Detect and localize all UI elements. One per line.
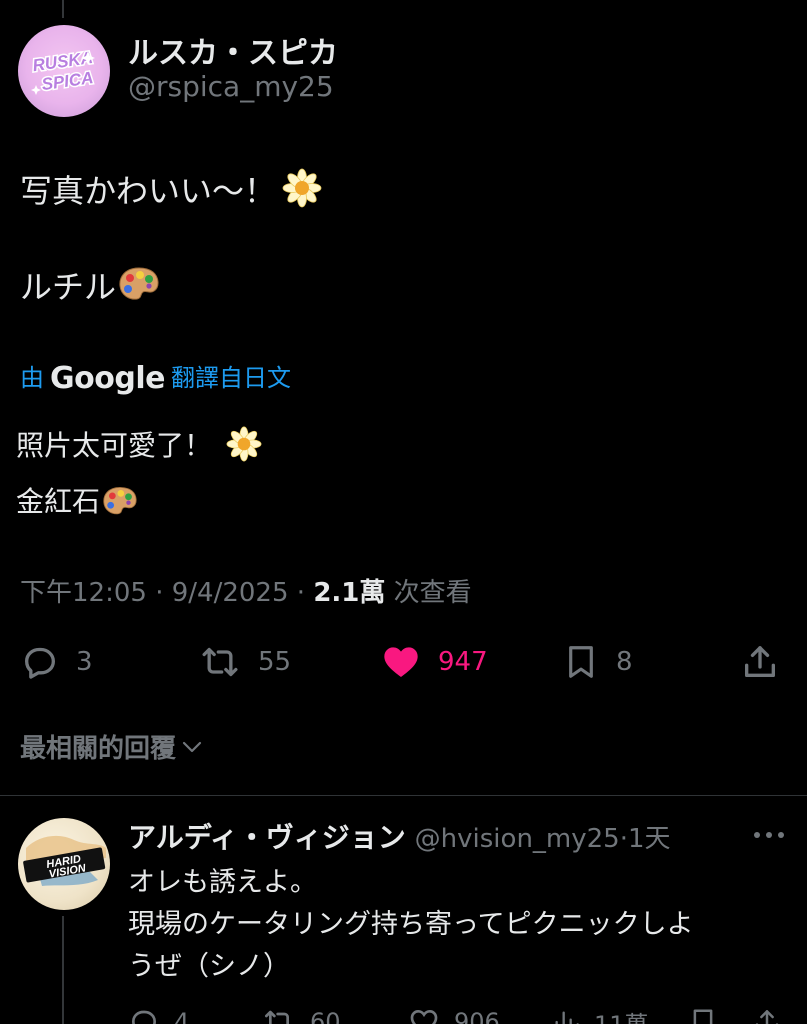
- tweet-meta: 下午12:05 · 9/4/2025 · 2.1萬 次查看: [20, 572, 472, 609]
- reply-like-count: 906: [454, 1008, 500, 1024]
- views-icon: [555, 1011, 579, 1024]
- tweet-detail-page: RUSKA SPICA ルスカ・スピカ @rspica_my25 写真かわいい〜…: [0, 0, 807, 1024]
- reply-views-button[interactable]: 11萬: [552, 1002, 649, 1024]
- reply-button[interactable]: 3: [20, 640, 93, 684]
- avatar-logo: RUSKA SPICA: [30, 46, 96, 95]
- reply-avatar-art: HARID VISION: [23, 835, 106, 886]
- share-button[interactable]: [740, 640, 780, 684]
- palette-icon: [119, 267, 159, 300]
- google-wordmark: Google: [50, 361, 165, 396]
- reply-icon: [25, 647, 55, 679]
- tweet-text: 写真かわいい〜！: [20, 172, 277, 210]
- translate-suffix: 翻譯自日文: [170, 364, 291, 392]
- like-count: 947: [438, 647, 488, 677]
- repost-icon: [265, 1010, 289, 1024]
- like-button[interactable]: 947: [380, 640, 488, 684]
- reply-sort-dropdown[interactable]: 最相關的回覆: [20, 728, 204, 765]
- reply-views-count: 11萬: [594, 1005, 649, 1024]
- repost-count: 55: [258, 647, 292, 677]
- translated-line-1: 照片太可愛了！: [16, 424, 262, 464]
- heart-icon: [384, 647, 418, 677]
- reply-icon: [132, 1010, 156, 1024]
- reply-repost-count: 60: [310, 1008, 341, 1024]
- author-handle[interactable]: @rspica_my25: [128, 70, 334, 103]
- tweet-text: ルチル: [20, 268, 117, 306]
- views-label[interactable]: 次查看: [394, 578, 472, 608]
- meta-separator: ·: [296, 578, 306, 608]
- translated-text: 照片太可愛了！: [16, 429, 213, 462]
- share-icon: [755, 1010, 779, 1024]
- translated-line-2: 金紅石: [16, 480, 140, 520]
- reply-repost-button[interactable]: 60: [262, 1002, 341, 1024]
- chevron-down-icon: [182, 741, 202, 752]
- thread-line: [62, 916, 64, 1024]
- reply-text-line-1: オレも誘えよ。: [128, 867, 317, 898]
- reply-display-name[interactable]: アルディ・ヴィジョン: [128, 821, 406, 854]
- reply-text-line-3: うぜ（シノ）: [128, 951, 290, 982]
- repost-button[interactable]: 55: [198, 640, 291, 684]
- reply-handle[interactable]: @hvision_my25: [415, 824, 620, 854]
- flower-icon: [282, 168, 322, 208]
- reply-header: アルディ・ヴィジョン @hvision_my25·1天: [128, 816, 671, 856]
- palette-icon: [103, 486, 137, 515]
- tweet-text-line-1: 写真かわいい〜！: [20, 166, 322, 212]
- meta-separator: ·: [155, 578, 164, 608]
- author-avatar[interactable]: RUSKA SPICA: [18, 25, 110, 117]
- translate-prefix: 由: [20, 364, 44, 392]
- reply-time[interactable]: 1天: [628, 824, 671, 854]
- share-icon: [745, 646, 775, 677]
- bookmark-button[interactable]: 8: [562, 640, 633, 684]
- reply-text-line-2: 現場のケータリング持ち寄ってピクニックしよ: [128, 909, 694, 940]
- translate-link[interactable]: 由 Google 翻譯自日文: [20, 358, 291, 396]
- translated-text: 金紅石: [16, 485, 101, 518]
- meta-separator: ·: [619, 824, 628, 854]
- reply-share-button[interactable]: [752, 1002, 782, 1024]
- reply-count: 3: [76, 647, 93, 677]
- thread-line: [62, 0, 64, 18]
- reply-reply-count: 4: [174, 1008, 190, 1024]
- reply-reply-button[interactable]: 4: [128, 1002, 189, 1024]
- tweet-date[interactable]: 9/4/2025: [172, 578, 289, 608]
- flower-icon: [226, 426, 262, 462]
- author-display-name[interactable]: ルスカ・スピカ: [128, 28, 338, 72]
- reply-bookmark-button[interactable]: [688, 1002, 718, 1024]
- views-count[interactable]: 2.1萬: [313, 578, 385, 608]
- bookmark-icon: [569, 646, 593, 678]
- bookmark-count: 8: [616, 647, 633, 677]
- tweet-time[interactable]: 下午12:05: [20, 578, 147, 608]
- more-icon[interactable]: [752, 826, 786, 844]
- heart-icon: [410, 1009, 438, 1024]
- repost-icon: [202, 647, 238, 677]
- bookmark-icon: [693, 1009, 713, 1024]
- reply-author-avatar[interactable]: HARID VISION: [18, 818, 110, 910]
- divider: [0, 795, 807, 796]
- tweet-text-line-2: ルチル: [20, 262, 162, 308]
- reply-like-button[interactable]: 906: [408, 1002, 500, 1024]
- reply-sort-label: 最相關的回覆: [20, 734, 177, 764]
